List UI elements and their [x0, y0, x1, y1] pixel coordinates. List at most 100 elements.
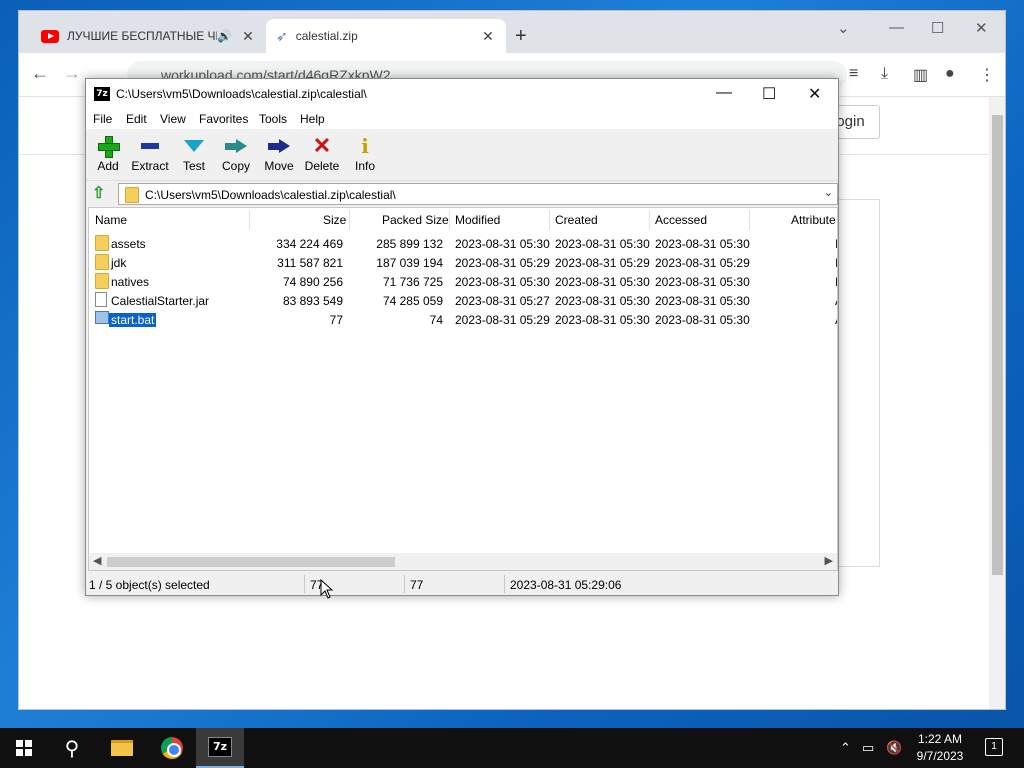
tab-youtube[interactable]: ЛУЧШИЕ БЕСПЛАТНЫЕ ЧИТ 🔊 ✕ [31, 19, 266, 53]
add-button[interactable]: Add [86, 133, 130, 173]
file-packed: 74 285 059 [382, 294, 443, 308]
file-size: 334 224 469 [276, 237, 343, 251]
window-title: C:\Users\vm5\Downloads\calestial.zip\cal… [116, 87, 367, 101]
close-icon[interactable]: ✕ [808, 84, 821, 104]
profile-icon[interactable]: ● [945, 65, 955, 83]
notification-icon[interactable]: 1 [985, 738, 1003, 756]
download-icon[interactable]: ⤓ [881, 65, 888, 83]
status-date: 2023-08-31 05:29:06 [510, 578, 622, 592]
windows-icon [16, 740, 32, 756]
file-modified: 2023-08-31 05:29 [455, 313, 550, 327]
extract-button[interactable]: Extract [128, 133, 172, 173]
clock[interactable]: 1:22 AM 9/7/2023 [908, 731, 972, 765]
folder-up-icon[interactable]: ⇧ [92, 186, 108, 202]
file-accessed: 2023-08-31 05:30 [655, 275, 750, 289]
list-item[interactable]: jdk 311 587 821 187 039 194 2023-08-31 0… [89, 253, 837, 272]
list-item-selected[interactable]: start.bat 77 74 2023-08-31 05:29 2023-08… [89, 310, 837, 329]
info-icon: i [361, 134, 369, 158]
chrome-icon [161, 737, 183, 759]
tab-calestial[interactable]: ➶ calestial.zip ✕ [266, 19, 506, 53]
scroll-right-icon[interactable]: ▶ [825, 554, 833, 567]
sidepanel-icon[interactable]: ▥ [913, 65, 928, 85]
back-icon[interactable]: ← [31, 63, 49, 84]
list-item[interactable]: CalestialStarter.jar 83 893 549 74 285 0… [89, 291, 837, 310]
col-packed[interactable]: Packed Size [382, 213, 449, 227]
page-scrollbar[interactable] [989, 97, 1005, 709]
forward-icon[interactable]: → [63, 63, 81, 84]
menu-edit[interactable]: Edit [126, 112, 147, 126]
path-combobox[interactable]: C:\Users\vm5\Downloads\calestial.zip\cal… [118, 183, 838, 205]
content-box [834, 199, 880, 567]
rocket-icon: ➶ [276, 27, 288, 44]
menu-tools[interactable]: Tools [259, 112, 287, 126]
clock-date: 9/7/2023 [916, 749, 964, 763]
list-item[interactable]: assets 334 224 469 285 899 132 2023-08-3… [89, 234, 837, 253]
minimize-icon[interactable]: — [716, 84, 732, 102]
file-attr: A [835, 313, 837, 327]
file-attr: I [835, 256, 837, 270]
maximize-icon[interactable]: ☐ [762, 84, 776, 104]
toolbar: Add Extract Test Copy Move ✕ Delete i In… [86, 129, 838, 181]
col-modified[interactable]: Modified [455, 213, 500, 227]
col-size[interactable]: Size [323, 213, 346, 227]
address-row: ⇧ C:\Users\vm5\Downloads\calestial.zip\c… [86, 181, 838, 207]
batch-file-icon [95, 311, 109, 324]
menu-favorites[interactable]: Favorites [199, 112, 248, 126]
new-tab-button[interactable]: + [515, 25, 527, 48]
playlist-icon[interactable]: ≡ [849, 65, 858, 83]
col-attributes[interactable]: Attribute [791, 213, 836, 227]
chrome-button[interactable] [148, 728, 196, 768]
folder-icon [95, 254, 109, 270]
menu-view[interactable]: View [160, 112, 186, 126]
menu-bar: File Edit View Favorites Tools Help [86, 109, 838, 129]
col-name[interactable]: Name [95, 213, 127, 227]
file-packed: 74 [429, 313, 443, 327]
extract-label: Extract [131, 159, 169, 173]
tab-search-icon[interactable]: ⌄ [837, 19, 850, 37]
maximize-icon[interactable]: ☐ [931, 19, 944, 37]
col-accessed[interactable]: Accessed [655, 213, 707, 227]
title-bar[interactable]: 7z C:\Users\vm5\Downloads\calestial.zip\… [86, 79, 838, 109]
move-icon [268, 139, 290, 153]
close-tab-icon[interactable]: ✕ [480, 28, 496, 45]
test-button[interactable]: Test [172, 133, 216, 173]
volume-muted-icon[interactable]: 🔇 [886, 740, 902, 756]
sevenzip-icon: 7z [208, 737, 232, 757]
scroll-left-icon[interactable]: ◀ [93, 554, 101, 567]
copy-button[interactable]: Copy [214, 133, 258, 173]
file-created: 2023-08-31 05:29 [555, 256, 650, 270]
minimize-icon[interactable]: — [889, 19, 904, 36]
file-created: 2023-08-31 05:30 [555, 313, 650, 327]
move-button[interactable]: Move [257, 133, 301, 173]
menu-file[interactable]: File [93, 112, 112, 126]
clock-time: 1:22 AM [917, 732, 963, 746]
scroll-thumb[interactable] [107, 557, 395, 567]
close-tab-icon[interactable]: ✕ [240, 28, 256, 45]
network-icon[interactable]: ▭ [862, 740, 874, 756]
file-attr: I [835, 237, 837, 251]
tab-title: ЛУЧШИЕ БЕСПЛАТНЫЕ ЧИТ [67, 29, 218, 43]
info-button[interactable]: i Info [343, 133, 387, 173]
move-label: Move [264, 159, 294, 173]
file-explorer-button[interactable] [98, 728, 146, 768]
taskbar: ⚲ 7z ⌃ ▭ 🔇 1:22 AM 9/7/2023 1 [0, 728, 1024, 768]
chevron-up-icon[interactable]: ⌃ [840, 740, 851, 756]
menu-help[interactable]: Help [300, 112, 325, 126]
horizontal-scrollbar[interactable]: ◀ ▶ [89, 553, 837, 570]
sevenzip-taskbar-button[interactable]: 7z [196, 728, 244, 768]
col-created[interactable]: Created [555, 213, 598, 227]
speaker-icon[interactable]: 🔊 [217, 29, 232, 43]
file-list: Name Size Packed Size Modified Created A… [88, 207, 838, 571]
close-icon[interactable]: ✕ [975, 19, 988, 37]
scroll-thumb[interactable] [992, 115, 1003, 575]
login-button[interactable]: login [834, 105, 880, 139]
search-button[interactable]: ⚲ [48, 728, 96, 768]
delete-button[interactable]: ✕ Delete [300, 133, 344, 174]
menu-icon[interactable]: ⋮ [979, 65, 995, 85]
start-button[interactable] [0, 728, 48, 768]
list-item[interactable]: natives 74 890 256 71 736 725 2023-08-31… [89, 272, 837, 291]
test-icon [184, 140, 204, 152]
file-created: 2023-08-31 05:30 [555, 275, 650, 289]
file-packed: 71 736 725 [382, 275, 443, 289]
chevron-down-icon[interactable]: ⌄ [824, 186, 833, 199]
